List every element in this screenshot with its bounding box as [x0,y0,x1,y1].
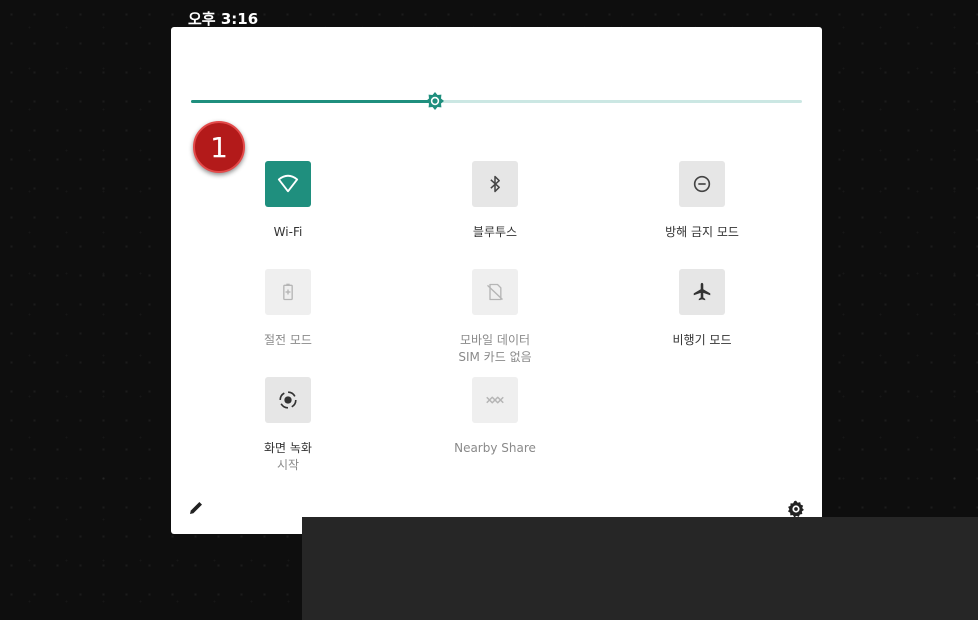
status-bar-time: 오후 3:16 [188,10,259,28]
battery-saver-label: 절전 모드 [264,333,312,347]
no-sim-icon [487,283,503,301]
screen-record-label: 화면 녹화 [264,441,312,455]
airplane-icon [693,282,711,301]
gear-icon [788,500,804,518]
bluetooth-label: 블루투스 [472,225,518,239]
screen-record-icon [279,391,297,409]
brightness-icon [426,92,445,110]
mobile-data-toggle-button[interactable] [472,269,518,315]
tile-airplane[interactable]: 비행기 모드 [622,269,782,349]
tile-mobile-data[interactable]: 모바일 데이터 SIM 카드 없음 [415,269,575,366]
mobile-data-label: 모바일 데이터 [459,333,531,347]
nearby-share-icon [486,396,504,404]
battery-saver-toggle-button[interactable] [265,269,311,315]
screen-record-toggle-button[interactable] [265,377,311,423]
do-not-disturb-icon [693,175,711,193]
quick-settings-panel: 1 Wi-Fi 블루투스 방해 금지 모드 절전 모드 모바일 데이터 SIM … [171,27,822,534]
tile-wifi[interactable]: Wi-Fi [208,161,368,241]
bluetooth-icon [490,175,500,193]
pencil-icon [190,502,202,514]
wifi-toggle-button[interactable] [265,161,311,207]
dnd-label: 방해 금지 모드 [665,225,739,239]
screen-record-sublabel: 시작 [276,458,300,472]
brightness-fill [191,100,436,103]
nearby-share-toggle-button[interactable] [472,377,518,423]
dnd-toggle-button[interactable] [679,161,725,207]
tile-nearby-share[interactable]: Nearby Share [415,377,575,457]
nearby-share-label: Nearby Share [454,441,536,455]
mobile-data-sublabel: SIM 카드 없음 [458,350,532,364]
tile-battery-saver[interactable]: 절전 모드 [208,269,368,349]
battery-saver-icon [283,283,293,301]
tile-dnd[interactable]: 방해 금지 모드 [622,161,782,241]
redaction-overlay [302,517,978,620]
edit-tiles-button[interactable] [187,499,205,517]
bluetooth-toggle-button[interactable] [472,161,518,207]
tile-screen-record[interactable]: 화면 녹화 시작 [208,377,368,474]
airplane-label: 비행기 모드 [672,333,732,347]
brightness-thumb[interactable] [425,91,445,111]
wifi-icon [277,174,299,193]
wifi-label: Wi-Fi [273,225,303,239]
brightness-slider[interactable] [191,92,802,110]
airplane-toggle-button[interactable] [679,269,725,315]
settings-button[interactable] [786,499,806,519]
tile-bluetooth[interactable]: 블루투스 [415,161,575,241]
